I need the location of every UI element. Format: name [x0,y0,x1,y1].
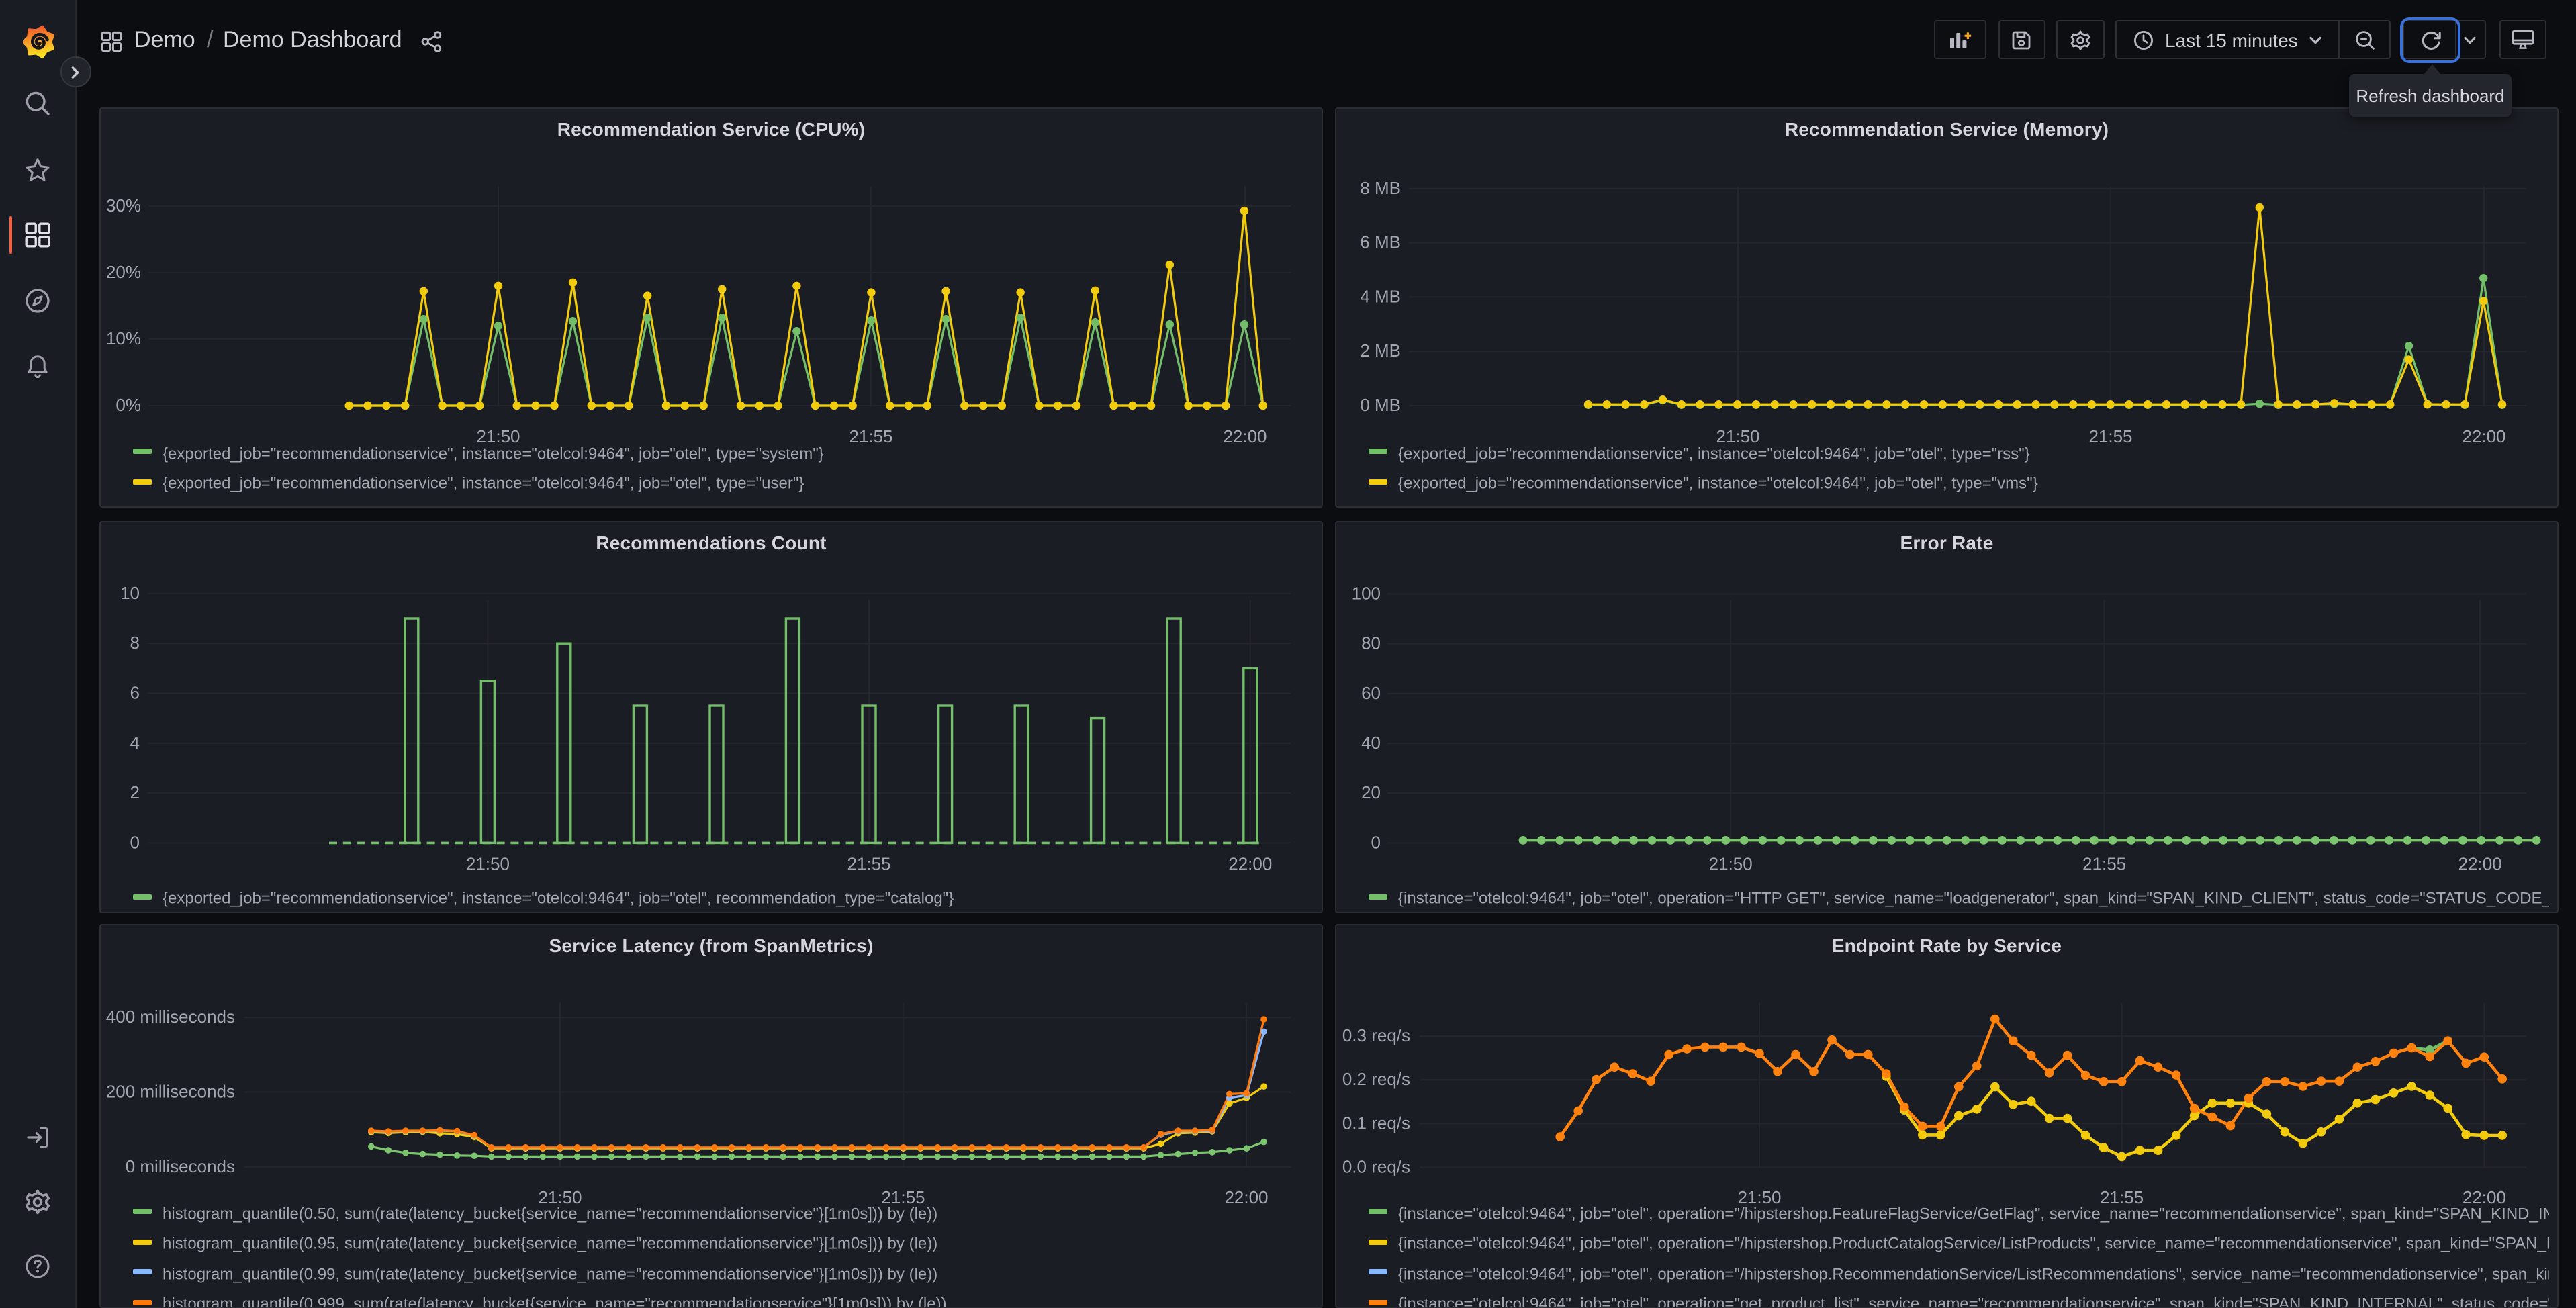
svg-text:0.3 req/s: 0.3 req/s [1342,1025,1410,1045]
svg-text:0: 0 [130,832,140,852]
svg-text:60: 60 [1361,683,1381,703]
svg-text:0.0 req/s: 0.0 req/s [1342,1157,1410,1177]
svg-text:20: 20 [1361,782,1381,802]
svg-text:40: 40 [1361,733,1381,753]
svg-text:0.2 req/s: 0.2 req/s [1342,1069,1410,1089]
svg-text:0 milliseconds: 0 milliseconds [126,1156,235,1176]
svg-text:6 MB: 6 MB [1360,232,1401,252]
svg-text:2 MB: 2 MB [1360,340,1401,361]
svg-text:21:50: 21:50 [1709,853,1753,874]
svg-text:4: 4 [130,733,140,753]
svg-text:22:00: 22:00 [1228,853,1272,874]
svg-text:0%: 0% [116,395,141,415]
svg-text:30%: 30% [106,195,141,216]
svg-text:6: 6 [130,682,140,702]
svg-text:400 milliseconds: 400 milliseconds [106,1007,235,1027]
svg-text:21:55: 21:55 [847,853,890,874]
svg-text:2: 2 [130,782,140,802]
svg-text:200 milliseconds: 200 milliseconds [106,1082,235,1102]
svg-text:10%: 10% [106,328,141,348]
svg-text:10: 10 [120,583,140,603]
svg-text:4 MB: 4 MB [1360,286,1401,306]
svg-text:20%: 20% [106,262,141,282]
svg-text:22:00: 22:00 [2458,853,2502,874]
svg-text:21:50: 21:50 [466,853,510,874]
svg-text:8 MB: 8 MB [1360,178,1401,198]
svg-text:100: 100 [1352,583,1381,603]
svg-text:0: 0 [1371,832,1381,852]
svg-text:0 MB: 0 MB [1360,395,1401,415]
svg-text:0.1 req/s: 0.1 req/s [1342,1113,1410,1133]
svg-text:21:55: 21:55 [2082,853,2126,874]
svg-text:8: 8 [130,633,140,653]
svg-text:80: 80 [1361,633,1381,653]
